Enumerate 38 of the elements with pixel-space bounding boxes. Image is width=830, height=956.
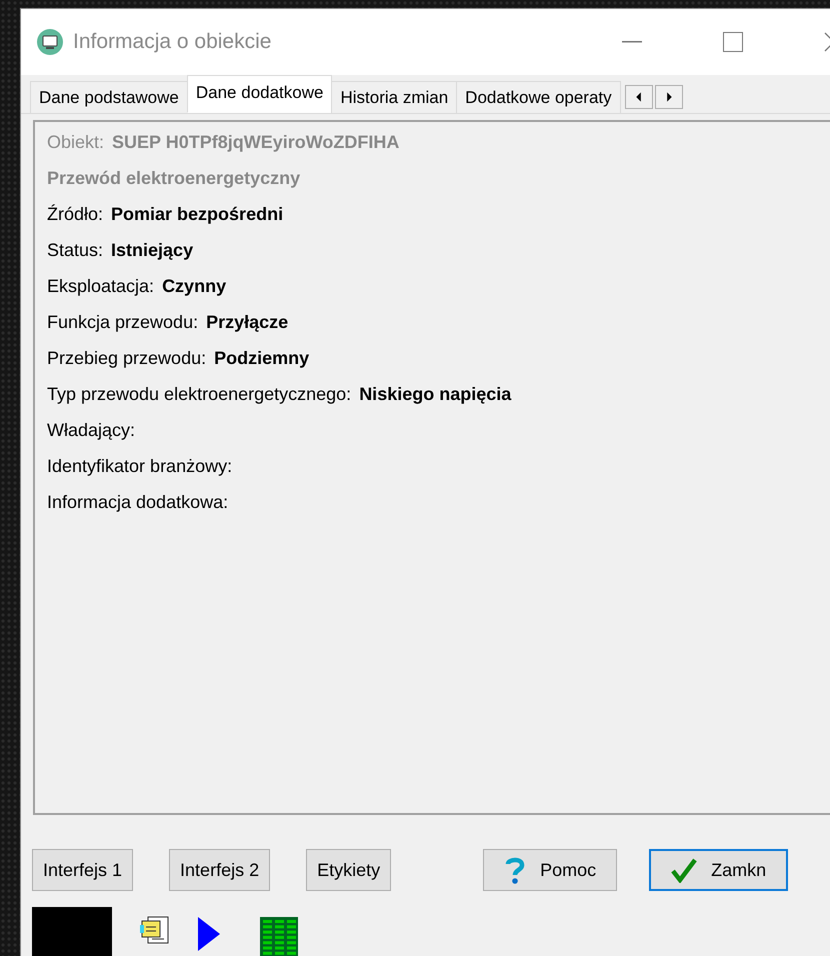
field-label: Identyfikator branżowy:: [47, 455, 232, 478]
window-title: Informacja o obiekcie: [73, 30, 272, 54]
color-swatch[interactable]: [32, 907, 112, 956]
field-label: Eksploatacja:: [47, 275, 154, 298]
dialog-button[interactable]: Etykiety: [306, 849, 392, 891]
object-label: Obiekt:: [47, 131, 104, 154]
field-value: Czynny: [162, 275, 226, 298]
checkmark-icon: [671, 857, 698, 883]
close-button[interactable]: Zamkn: [649, 849, 788, 891]
dialog-button[interactable]: Interfejs 1: [32, 849, 134, 891]
monitor-icon: [37, 29, 63, 55]
play-icon[interactable]: [198, 917, 220, 951]
scroll-left-icon[interactable]: [624, 85, 653, 109]
field-label: Status:: [47, 239, 104, 262]
field-value: Podziemny: [214, 347, 310, 370]
field-label: Informacja dodatkowa:: [47, 491, 228, 514]
field-label: Źródło:: [47, 203, 104, 226]
object-type: Przewód elektroenergetyczny: [47, 167, 300, 190]
field-label: Władający:: [47, 419, 136, 442]
help-icon: [504, 856, 526, 884]
help-button[interactable]: Pomoc: [483, 849, 618, 891]
field-value: Przyłącze: [206, 311, 288, 334]
minimize-icon[interactable]: [622, 41, 642, 43]
field-value: Istniejący: [111, 239, 194, 262]
field-value: Pomiar bezpośredni: [111, 203, 284, 226]
object-id: SUEP H0TPf8jqWEyiroWoZDFIHA: [112, 131, 400, 154]
tab[interactable]: Historia zmian: [331, 81, 458, 113]
tab[interactable]: Dodatkowe operaty: [456, 81, 621, 113]
field-label: Przebieg przewodu:: [47, 347, 206, 370]
scroll-right-icon[interactable]: [654, 85, 683, 109]
grid-icon[interactable]: [260, 917, 298, 956]
maximize-icon[interactable]: [722, 32, 742, 52]
field-label: Funkcja przewodu:: [47, 311, 198, 334]
dialog-button[interactable]: Interfejs 2: [169, 849, 270, 891]
tab[interactable]: Dane podstawowe: [30, 81, 188, 113]
field-value: Niskiego napięcia: [359, 383, 512, 406]
field-label: Typ przewodu elektroenergetycznego:: [47, 383, 352, 406]
tab[interactable]: Dane dodatkowe: [186, 75, 332, 113]
